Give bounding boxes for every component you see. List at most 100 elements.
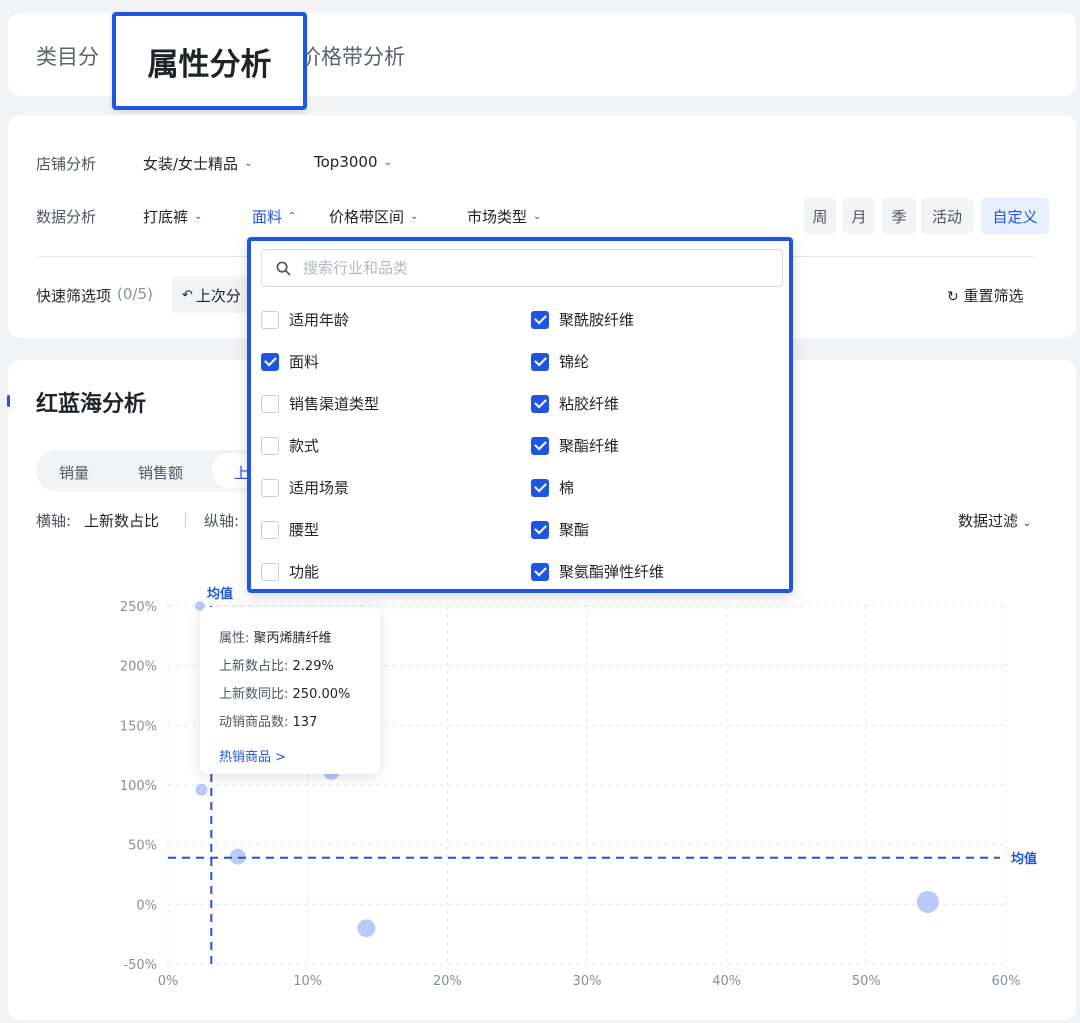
- data-point: [229, 848, 246, 865]
- data-point: [195, 783, 208, 796]
- metric-segment-sales-amount[interactable]: 销售额: [138, 462, 183, 483]
- value-option-label: 聚酯: [559, 521, 590, 539]
- checkbox[interactable]: [531, 436, 549, 455]
- section-title: 红蓝海分析: [36, 392, 147, 417]
- period-month-button[interactable]: 月: [843, 198, 875, 234]
- data-filter-label: 数据过滤: [958, 512, 1019, 530]
- hot-products-link[interactable]: 热销商品 >: [219, 746, 286, 765]
- quick-filter-label: 快速筛选项: [36, 287, 112, 305]
- chevron-down-icon: ⌄: [383, 156, 392, 168]
- x-tick-label: 0%: [158, 974, 179, 989]
- checkbox[interactable]: [261, 436, 279, 455]
- checkbox[interactable]: [531, 352, 549, 371]
- x-tick-label: 40%: [712, 974, 741, 989]
- attribute-option[interactable]: 适用年龄: [261, 309, 349, 330]
- checkbox[interactable]: [531, 562, 549, 581]
- checkbox[interactable]: [261, 310, 279, 329]
- mean-y-label: 均值: [1011, 851, 1037, 867]
- value-option[interactable]: 粘胶纤维: [531, 393, 619, 414]
- checkbox[interactable]: [261, 394, 279, 413]
- attribute-option-label: 适用场景: [289, 479, 350, 497]
- reset-filters-button[interactable]: ↻ 重置筛选: [947, 285, 1024, 306]
- x-axis-value[interactable]: 上新数占比: [84, 510, 159, 531]
- value-option-label: 聚氨酯弹性纤维: [559, 563, 665, 581]
- chevron-down-icon: ⌄: [194, 211, 203, 222]
- search-box[interactable]: [261, 249, 783, 287]
- checkbox[interactable]: [531, 478, 549, 497]
- attribute-option-label: 适用年龄: [289, 311, 350, 329]
- category-value: 打底裤: [143, 208, 189, 226]
- store-category-dropdown[interactable]: 女装/女士精品 ⌄: [143, 153, 252, 174]
- value-option[interactable]: 锦纶: [531, 351, 589, 372]
- chevron-down-icon: ⌄: [533, 211, 542, 222]
- x-tick-label: 60%: [992, 974, 1021, 989]
- tab-category-analysis[interactable]: 类目分: [36, 41, 99, 71]
- y-tick-label: 50%: [128, 839, 157, 854]
- tab-price-band-analysis[interactable]: 价格带分析: [300, 41, 405, 71]
- period-week-button[interactable]: 周: [804, 198, 836, 234]
- checkbox[interactable]: [261, 352, 279, 371]
- chevron-down-icon: ⌄: [244, 158, 253, 169]
- attribute-option-label: 腰型: [289, 521, 320, 539]
- attribute-dropdown[interactable]: 面料 ⌃: [252, 206, 296, 227]
- period-event-button[interactable]: 活动: [921, 198, 973, 234]
- y-tick-label: 0%: [136, 898, 157, 913]
- y-tick-label: 100%: [120, 779, 157, 794]
- value-option[interactable]: 聚酯纤维: [531, 435, 619, 456]
- last-analysis-button[interactable]: ↶ 上次分: [172, 277, 250, 313]
- category-dropdown[interactable]: 打底裤 ⌄: [143, 206, 202, 227]
- data-filter-dropdown[interactable]: 数据过滤 ⌄: [958, 510, 1031, 531]
- store-rank-value: Top3000: [314, 153, 378, 171]
- attribute-option-label: 面料: [289, 353, 320, 371]
- section-accent-bar: [7, 395, 10, 407]
- value-option[interactable]: 棉: [531, 477, 574, 498]
- x-tick-label: 30%: [573, 974, 602, 989]
- y-tick-label: 200%: [120, 660, 157, 675]
- attribute-value: 面料: [252, 208, 283, 226]
- value-option-label: 粘胶纤维: [559, 395, 620, 413]
- period-season-button[interactable]: 季: [882, 198, 916, 234]
- checkbox[interactable]: [531, 394, 549, 413]
- mean-x-label: 均值: [207, 586, 233, 602]
- refresh-icon: ↻: [947, 289, 959, 305]
- attribute-option[interactable]: 适用场景: [261, 477, 349, 498]
- reset-filters-label: 重置筛选: [963, 287, 1024, 305]
- attribute-option[interactable]: 销售渠道类型: [261, 393, 379, 414]
- axis-separator: |: [183, 510, 189, 528]
- data-point: [357, 919, 376, 938]
- attribute-option[interactable]: 款式: [261, 435, 319, 456]
- tab-attribute-analysis[interactable]: 属性分析: [112, 12, 307, 110]
- y-tick-label: 150%: [120, 719, 157, 734]
- undo-icon: ↶: [182, 287, 193, 303]
- checkbox[interactable]: [261, 478, 279, 497]
- search-input[interactable]: [303, 259, 743, 277]
- price-range-dropdown[interactable]: 价格带区间 ⌄: [329, 206, 418, 227]
- x-axis-label: 横轴:: [36, 512, 72, 530]
- store-category-value: 女装/女士精品: [143, 155, 239, 173]
- value-option[interactable]: 聚酰胺纤维: [531, 309, 634, 330]
- value-option-label: 棉: [559, 479, 575, 497]
- checkbox[interactable]: [531, 520, 549, 539]
- price-range-value: 价格带区间: [329, 208, 405, 226]
- value-option-label: 锦纶: [559, 353, 590, 371]
- checkbox[interactable]: [261, 562, 279, 581]
- store-rank-dropdown[interactable]: Top3000 ⌄: [314, 153, 392, 171]
- market-type-dropdown[interactable]: 市场类型 ⌄: [467, 206, 541, 227]
- checkbox[interactable]: [531, 310, 549, 329]
- tooltip-active-count: 动销商品数: 137: [219, 715, 318, 730]
- checkbox[interactable]: [261, 520, 279, 539]
- chevron-up-icon: ⌃: [288, 211, 297, 222]
- value-option[interactable]: 聚酯: [531, 519, 589, 540]
- metric-segment-sales-volume[interactable]: 销量: [59, 462, 89, 483]
- chevron-down-icon: ⌄: [1022, 518, 1032, 529]
- period-custom-button[interactable]: 自定义: [981, 198, 1049, 234]
- tooltip-share: 上新数占比: 2.29%: [219, 659, 334, 674]
- y-tick-label: -50%: [123, 958, 157, 973]
- value-option[interactable]: 聚氨酯弹性纤维: [531, 561, 664, 582]
- attribute-option[interactable]: 腰型: [261, 519, 319, 540]
- attribute-dropdown-panel: 适用年龄面料销售渠道类型款式适用场景腰型功能 聚酰胺纤维锦纶粘胶纤维聚酯纤维棉聚…: [247, 237, 793, 593]
- chart-tooltip: 属性: 聚丙烯腈纤维 上新数占比: 2.29% 上新数同比: 250.00% 动…: [200, 607, 380, 774]
- attribute-option[interactable]: 面料: [261, 351, 319, 372]
- x-tick-label: 20%: [433, 974, 462, 989]
- attribute-option[interactable]: 功能: [261, 561, 319, 582]
